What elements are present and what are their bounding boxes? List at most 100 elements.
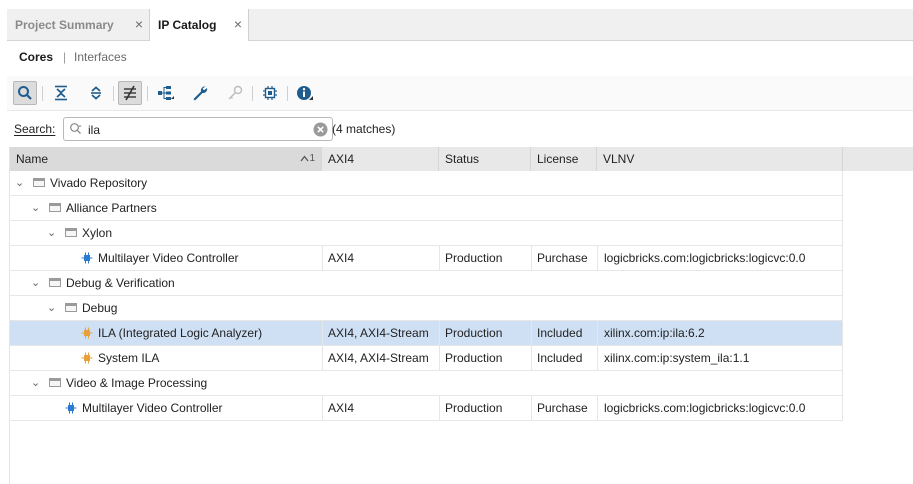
search-row: Search: ila (4 matches) xyxy=(7,114,913,144)
folder-icon xyxy=(49,378,61,387)
wrench-icon[interactable] xyxy=(188,81,212,105)
window-top-strip xyxy=(0,0,913,9)
chevron-down-icon[interactable]: ⌄ xyxy=(31,196,40,220)
row-vlnv: logicbricks.com:logicbricks:logicvc:0.0 xyxy=(604,401,806,415)
expand-all-icon[interactable] xyxy=(84,81,108,105)
folder-icon xyxy=(49,203,61,212)
table-row[interactable]: Multilayer Video Controller AXI4 Product… xyxy=(10,246,843,271)
column-header-axi4[interactable]: AXI4 xyxy=(322,147,439,171)
match-count: (4 matches) xyxy=(332,122,396,136)
column-divider xyxy=(322,396,323,420)
column-divider xyxy=(597,321,598,345)
ip-catalog-table: Name 1 AXI4 Status License VLNV ⌄ Vivado… xyxy=(9,147,913,484)
tree-row-folder[interactable]: ⌄ Debug & Verification xyxy=(10,271,843,296)
tree-row-folder[interactable]: ⌄ Xylon xyxy=(10,221,843,246)
row-status: Production xyxy=(445,326,503,340)
row-license: Purchase xyxy=(537,401,588,415)
ip-core-icon xyxy=(81,252,93,264)
row-vlnv: xilinx.com:ip:ila:6.2 xyxy=(604,326,705,340)
column-divider xyxy=(531,396,532,420)
row-status: Production xyxy=(445,401,503,415)
hierarchy-icon[interactable] xyxy=(154,81,178,105)
tree-row-folder[interactable]: ⌄ Vivado Repository xyxy=(10,171,843,196)
column-divider xyxy=(531,321,532,345)
search-icon xyxy=(69,122,83,139)
row-license: Included xyxy=(537,326,583,340)
row-name: Debug xyxy=(82,301,118,315)
column-divider xyxy=(531,246,532,270)
row-name: ILA (Integrated Logic Analyzer) xyxy=(98,326,263,340)
toolbar-divider xyxy=(113,86,114,101)
ip-core-icon xyxy=(65,402,77,414)
column-divider xyxy=(322,321,323,345)
column-divider xyxy=(597,396,598,420)
tab-ip-catalog[interactable]: IP Catalog × xyxy=(149,9,249,41)
catalog-subnav: Cores | Interfaces xyxy=(7,41,913,74)
key-icon[interactable] xyxy=(223,81,247,105)
toolbar-divider xyxy=(147,86,148,101)
folder-icon xyxy=(65,228,77,237)
column-header-name-label: Name xyxy=(16,152,49,166)
sort-ascending-icon: 1 xyxy=(300,147,315,171)
row-name: Vivado Repository xyxy=(50,176,148,190)
tree-row-folder[interactable]: ⌄ Alliance Partners xyxy=(10,196,843,221)
toolbar-divider xyxy=(252,86,253,101)
column-header-vlnv[interactable]: VLNV xyxy=(597,147,843,171)
row-name: Alliance Partners xyxy=(66,201,157,215)
row-axi: AXI4 xyxy=(328,251,355,265)
table-header: Name 1 AXI4 Status License VLNV xyxy=(10,147,913,171)
tab-ip-catalog-label: IP Catalog xyxy=(158,18,217,32)
row-vlnv: logicbricks.com:logicbricks:logicvc:0.0 xyxy=(604,251,806,265)
toolbar-divider xyxy=(287,86,288,101)
chevron-down-icon[interactable]: ⌄ xyxy=(47,221,56,245)
row-license: Purchase xyxy=(537,251,588,265)
folder-icon xyxy=(65,303,77,312)
row-name: Video & Image Processing xyxy=(66,376,208,390)
chevron-down-icon[interactable]: ⌄ xyxy=(15,171,24,195)
subnav-cores[interactable]: Cores xyxy=(19,50,53,64)
close-icon[interactable]: × xyxy=(135,17,143,31)
info-icon[interactable] xyxy=(293,81,317,105)
row-license: Included xyxy=(537,351,583,365)
row-status: Production xyxy=(445,351,503,365)
filter-toggle-icon[interactable] xyxy=(118,81,142,105)
column-header-license[interactable]: License xyxy=(531,147,597,171)
tab-project-summary[interactable]: Project Summary × xyxy=(7,9,149,40)
column-divider xyxy=(531,346,532,370)
column-divider xyxy=(439,396,440,420)
tree-row-folder[interactable]: ⌄ Debug xyxy=(10,296,843,321)
search-input-value: ila xyxy=(88,123,101,137)
column-divider xyxy=(439,321,440,345)
tab-bar: Project Summary × IP Catalog × xyxy=(7,9,913,41)
table-row-selected[interactable]: ILA (Integrated Logic Analyzer) AXI4, AX… xyxy=(10,321,843,346)
subnav-interfaces[interactable]: Interfaces xyxy=(74,50,127,64)
search-input[interactable]: ila xyxy=(63,117,333,141)
table-row[interactable]: System ILA AXI4, AXI4-Stream Production … xyxy=(10,346,843,371)
tree-row-folder[interactable]: ⌄ Video & Image Processing xyxy=(10,371,843,396)
chip-icon[interactable] xyxy=(258,81,282,105)
row-axi: AXI4 xyxy=(328,401,355,415)
column-header-status[interactable]: Status xyxy=(439,147,531,171)
toolbar xyxy=(7,76,913,111)
table-row[interactable]: Multilayer Video Controller AXI4 Product… xyxy=(10,396,843,421)
row-name: Xylon xyxy=(82,226,113,240)
chevron-down-icon[interactable]: ⌄ xyxy=(31,371,40,395)
folder-icon xyxy=(33,178,45,187)
ip-core-icon xyxy=(81,327,93,339)
row-name: System ILA xyxy=(98,351,160,365)
clear-search-icon[interactable] xyxy=(313,122,328,140)
search-label: Search: xyxy=(14,122,56,136)
row-axi: AXI4, AXI4-Stream xyxy=(328,326,429,340)
column-header-name[interactable]: Name 1 xyxy=(10,147,322,171)
row-vlnv: xilinx.com:ip:system_ila:1.1 xyxy=(604,351,750,365)
column-divider xyxy=(322,346,323,370)
row-name: Multilayer Video Controller xyxy=(98,251,239,265)
column-divider xyxy=(597,246,598,270)
tab-project-summary-label: Project Summary xyxy=(15,17,114,32)
close-icon[interactable]: × xyxy=(234,17,242,31)
chevron-down-icon[interactable]: ⌄ xyxy=(47,296,56,320)
search-icon[interactable] xyxy=(13,81,37,105)
collapse-all-icon[interactable] xyxy=(49,81,73,105)
folder-icon xyxy=(49,278,61,287)
chevron-down-icon[interactable]: ⌄ xyxy=(31,271,40,295)
